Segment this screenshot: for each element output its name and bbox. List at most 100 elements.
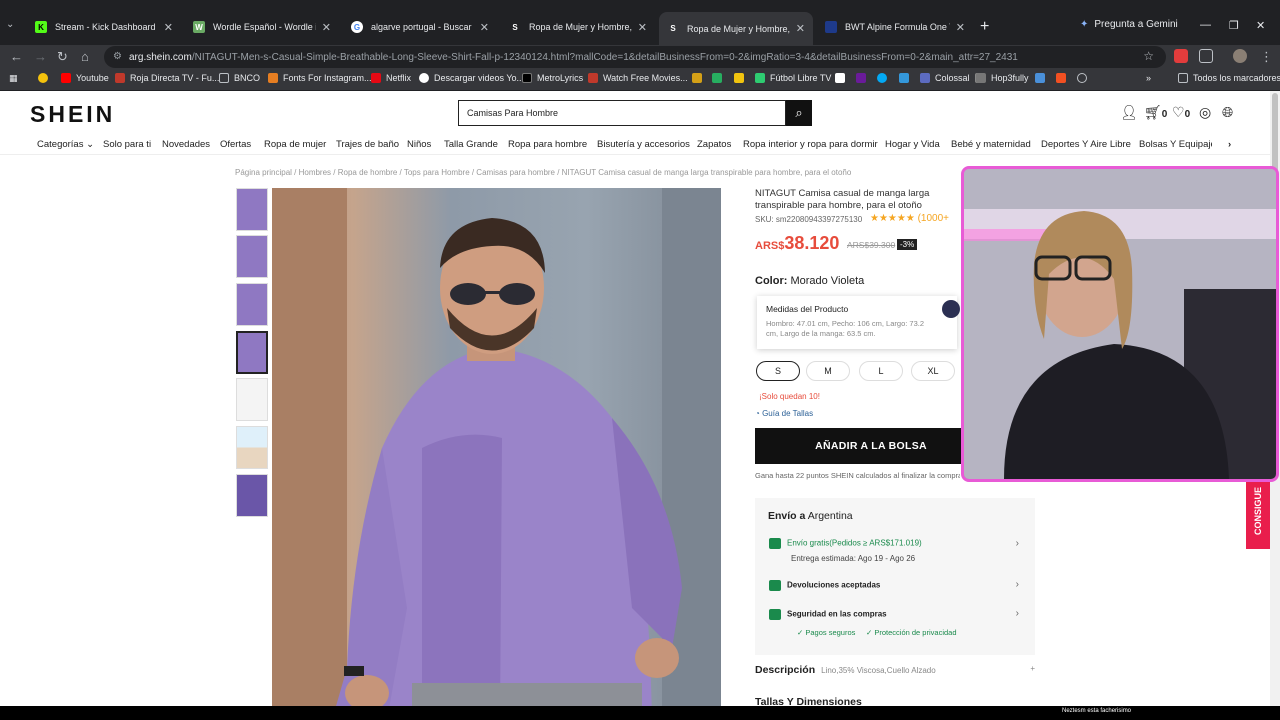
product-thumbnail[interactable] <box>236 283 268 326</box>
side-promo-tab[interactable]: CONSIGUE <box>1246 473 1270 549</box>
nav-bisuteria[interactable]: Bisutería y accesorios <box>597 139 690 150</box>
close-icon[interactable]: ✕ <box>796 22 805 35</box>
bookmark-fonts[interactable]: Fonts For Instagram... <box>268 73 372 83</box>
apps-icon[interactable]: ▦ <box>9 73 18 84</box>
nav-talla-grande[interactable]: Talla Grande <box>444 139 498 150</box>
product-thumbnail[interactable] <box>236 378 268 421</box>
globe-icon[interactable]: 🌐︎ <box>1222 104 1233 121</box>
bookmark-icon[interactable] <box>1035 73 1045 83</box>
size-option-xl[interactable]: XL <box>911 361 955 381</box>
bookmark-icon[interactable] <box>692 73 702 83</box>
nav-novedades[interactable]: Novedades <box>162 139 210 150</box>
nav-ninos[interactable]: Niños <box>407 139 431 150</box>
bookmark-youtube[interactable]: Youtube <box>61 73 109 83</box>
all-bookmarks-folder[interactable]: Todos los marcadores <box>1178 73 1280 83</box>
shipping-destination[interactable]: Envío a Argentina <box>768 510 853 522</box>
bookmark-emoji[interactable] <box>38 73 48 83</box>
extension-icon[interactable] <box>1174 49 1188 63</box>
forward-icon[interactable]: → <box>34 49 47 64</box>
bookmark-icon[interactable] <box>734 73 744 83</box>
home-icon[interactable]: ⌂ <box>81 49 89 64</box>
site-info-icon[interactable]: ⚙ <box>113 51 122 62</box>
user-icon[interactable]: 👤︎ <box>1120 104 1138 121</box>
rating-stars[interactable]: ★★★★★ (1000+ <box>870 213 949 224</box>
nav-bolsas[interactable]: Bolsas Y Equipaje <box>1139 139 1212 150</box>
nav-ropa-para-hombre[interactable]: Ropa para hombre <box>508 139 587 150</box>
bookmark-icon[interactable] <box>877 73 887 83</box>
restore-icon[interactable]: ❐ <box>1229 19 1239 32</box>
nav-next-icon[interactable]: › <box>1228 139 1231 150</box>
bookmark-bnco[interactable]: BNCO <box>219 73 260 83</box>
bookmark-icon[interactable] <box>712 73 722 83</box>
bookmark-roja-directa[interactable]: Roja Directa TV - Fu... <box>115 73 219 83</box>
nav-bebe-y-maternidad[interactable]: Bebé y maternidad <box>951 139 1031 150</box>
close-icon[interactable]: ✕ <box>164 21 173 34</box>
bookmark-descargar-videos[interactable]: Descargar videos Yo... <box>419 73 524 83</box>
nav-ropa-de-mujer[interactable]: Ropa de mujer <box>264 139 326 150</box>
new-tab-button[interactable]: + <box>980 18 989 36</box>
bookmark-icon[interactable] <box>899 73 909 83</box>
main-product-image[interactable] <box>272 188 721 720</box>
tab-alpine[interactable]: BWT Alpine Formula One Team ✕ <box>817 15 973 39</box>
cart-icon[interactable]: 🛒︎0 <box>1144 104 1167 121</box>
nav-categorias[interactable]: Categorías ⌄ <box>37 139 94 150</box>
breadcrumb[interactable]: Página principal / Hombres / Ropa de hom… <box>235 168 851 177</box>
product-thumbnail[interactable] <box>236 188 268 231</box>
chevron-right-icon[interactable]: › <box>1016 579 1019 590</box>
size-option-m[interactable]: M <box>806 361 850 381</box>
size-guide-link[interactable]: ◔ Guía de Tallas <box>755 409 813 418</box>
nav-deportes[interactable]: Deportes Y Aire Libre <box>1041 139 1131 150</box>
bookmark-watch-free-movies[interactable]: Watch Free Movies... <box>588 73 688 83</box>
product-thumbnail-selected[interactable] <box>236 331 268 374</box>
close-icon[interactable]: ✕ <box>956 21 965 34</box>
chevron-right-icon[interactable]: › <box>1016 608 1019 619</box>
close-icon[interactable]: ✕ <box>480 21 489 34</box>
product-thumbnail[interactable] <box>236 474 268 517</box>
bookmark-icon[interactable] <box>1077 73 1087 83</box>
bookmark-icon[interactable] <box>835 73 845 83</box>
close-icon[interactable]: ✕ <box>638 21 647 34</box>
shein-logo[interactable]: SHEIN <box>30 101 115 128</box>
nav-ofertas[interactable]: Ofertas <box>220 139 251 150</box>
gemini-button[interactable]: ✦ Pregunta a Gemini <box>1080 19 1178 30</box>
bookmark-star-icon[interactable]: ☆ <box>1143 49 1154 63</box>
color-swatch[interactable] <box>942 300 960 318</box>
more-bookmarks-icon[interactable]: » <box>1146 73 1151 83</box>
search-button[interactable]: ⌕ <box>786 100 812 126</box>
nav-trajes-de-bano[interactable]: Trajes de baño <box>336 139 399 150</box>
extensions-puzzle-icon[interactable] <box>1199 49 1213 63</box>
close-window-icon[interactable]: ✕ <box>1256 19 1265 32</box>
bookmark-netflix[interactable]: Netflix <box>371 73 411 83</box>
expand-plus-icon[interactable]: + <box>1030 664 1035 673</box>
size-option-s[interactable]: S <box>756 361 800 381</box>
returns-row[interactable]: Devoluciones aceptadas <box>769 580 880 591</box>
profile-avatar[interactable] <box>1233 49 1247 63</box>
nav-hogar-y-vida[interactable]: Hogar y Vida <box>885 139 940 150</box>
bookmark-colossal[interactable]: Colossal <box>920 73 970 83</box>
nav-solo-para-ti[interactable]: Solo para ti <box>103 139 151 150</box>
size-option-l[interactable]: L <box>859 361 903 381</box>
address-bar[interactable]: ⚙ arg.shein.com/NITAGUT-Men-s-Casual-Sim… <box>104 46 1166 68</box>
menu-icon[interactable]: ⋮ <box>1260 49 1273 65</box>
chevron-right-icon[interactable]: › <box>1016 538 1019 549</box>
tab-search-icon[interactable]: ⌄ <box>6 19 14 30</box>
tab-shein-1[interactable]: S Ropa de Mujer y Hombre, Comp ✕ <box>501 15 655 39</box>
bookmark-futbol-libre[interactable]: Fútbol Libre TV <box>755 73 831 83</box>
tab-shein-2[interactable]: S Ropa de Mujer y Hombre, Comp ✕ <box>659 12 813 45</box>
back-icon[interactable]: ← <box>10 49 23 64</box>
bookmark-icon[interactable] <box>856 73 866 83</box>
minimize-icon[interactable]: — <box>1200 19 1211 31</box>
bookmark-hop3fully[interactable]: Hop3fully <box>976 73 1029 83</box>
tab-wordle[interactable]: W Wordle Español - Wordle ilimita ✕ <box>185 15 339 39</box>
bookmark-metrolyrics[interactable]: MetroLyrics <box>522 73 583 83</box>
free-shipping-row[interactable]: Envío gratis(Pedidos ≥ ARS$171.019) <box>769 538 922 549</box>
description-section[interactable]: Descripción Lino,35% Viscosa,Cuello Alzad… <box>755 664 1035 676</box>
product-thumbnail[interactable] <box>236 235 268 278</box>
tab-kick[interactable]: K Stream - Kick Dashboard ✕ <box>27 15 181 39</box>
nav-ropa-interior[interactable]: Ropa interior y ropa para dormir <box>743 139 878 150</box>
wishlist-icon[interactable]: ♡0 <box>1172 104 1190 121</box>
add-to-bag-button[interactable]: AÑADIR A LA BOLSA <box>755 428 987 464</box>
support-icon[interactable]: ◎ <box>1199 104 1211 121</box>
search-input[interactable]: Camisas Para Hombre <box>458 100 786 126</box>
secure-shopping-row[interactable]: Seguridad en las compras <box>769 609 887 620</box>
